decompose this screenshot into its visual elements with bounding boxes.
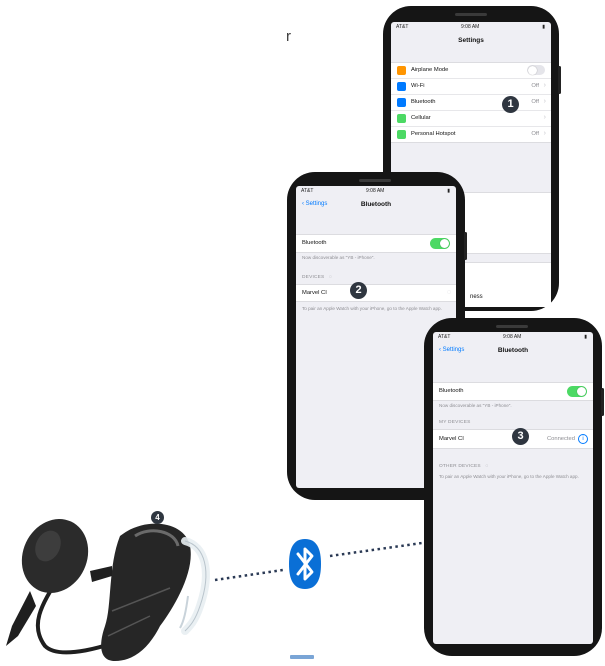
- device-label: Marvel CI: [302, 290, 327, 296]
- nav-bar: ‹ Settings Bluetooth: [433, 344, 593, 360]
- settings-row-personal-hotspot[interactable]: Personal Hotspot Off ›: [391, 127, 551, 142]
- bluetooth-icon: [397, 98, 406, 107]
- carrier-label: AT&T: [301, 188, 314, 194]
- row-label: Bluetooth: [411, 99, 436, 105]
- status-bar: AT&T 9:08 AM ▮: [433, 334, 593, 344]
- row-label: Bluetooth: [439, 388, 464, 394]
- nav-bar: ‹ Settings Bluetooth: [296, 198, 456, 214]
- bottom-fragment-bar: [290, 655, 314, 659]
- processor-arm: [90, 566, 112, 582]
- battery-icon: ▮: [542, 24, 545, 30]
- settings-row-bluetooth[interactable]: Bluetooth Off ›: [391, 95, 551, 111]
- bluetooth-row: Bluetooth: [296, 235, 456, 252]
- step-badge-4: 4: [151, 511, 164, 524]
- other-devices-header: OTHER DEVICES ◌: [439, 464, 488, 469]
- earpiece: [455, 13, 487, 16]
- clock-label: 9:08 AM: [366, 188, 385, 194]
- row-value: Off: [531, 83, 539, 89]
- device-row-marvel-ci[interactable]: Marvel CI ◌: [296, 285, 456, 301]
- chevron-right-icon: ›: [543, 82, 546, 89]
- row-label: Airplane Mode: [411, 67, 449, 73]
- sound-processor-illustration: [6, 519, 210, 661]
- settings-row-airplane-mode[interactable]: Airplane Mode: [391, 63, 551, 79]
- row-value: Off: [531, 99, 539, 105]
- battery-icon: ▮: [447, 188, 450, 194]
- dotted-line-right: [329, 541, 423, 558]
- pair-note: To pair an Apple Watch with your iPhone,…: [439, 474, 579, 479]
- device-label: Marvel CI: [439, 436, 464, 442]
- bluetooth-connected-screen: AT&T 9:08 AM ▮ ‹ Settings Bluetooth Blue…: [433, 332, 593, 644]
- earpiece: [496, 325, 528, 328]
- bluetooth-row: Bluetooth: [433, 383, 593, 400]
- bluetooth-logo-icon: [287, 537, 323, 591]
- step-badge-2: 2: [350, 282, 367, 299]
- my-devices-header: MY DEVICES: [439, 420, 471, 425]
- bluetooth-toggle-group: Bluetooth: [433, 382, 593, 401]
- chevron-right-icon: ›: [543, 98, 546, 105]
- row-label: Wi-Fi: [411, 83, 425, 89]
- spinner-icon: ◌: [485, 464, 489, 469]
- devices-header: DEVICES ◌: [302, 275, 332, 280]
- side-button: [601, 388, 604, 416]
- info-icon[interactable]: i: [578, 434, 588, 444]
- status-bar: AT&T 9:08 AM ▮: [296, 188, 456, 198]
- pair-note: To pair an Apple Watch with your iPhone,…: [302, 306, 442, 311]
- spinner-icon: ◌: [329, 275, 333, 280]
- clock-label: 9:08 AM: [503, 334, 522, 340]
- chevron-right-icon: ›: [543, 114, 546, 121]
- bluetooth-toggle[interactable]: [430, 238, 450, 249]
- heading-fragment: r: [286, 28, 291, 45]
- row-value: Off: [531, 131, 539, 137]
- wifi-icon: [397, 82, 406, 91]
- battery-icon: ▮: [584, 334, 587, 340]
- step-badge-3: 3: [512, 428, 529, 445]
- settings-row-cellular[interactable]: Cellular ›: [391, 111, 551, 127]
- row-label: Bluetooth: [302, 240, 327, 246]
- carrier-label: AT&T: [396, 24, 409, 30]
- airplane-icon: [397, 66, 406, 75]
- bluetooth-logo-svg: [289, 539, 321, 589]
- devices-header-label: DEVICES: [302, 275, 325, 280]
- page-title: Bluetooth: [497, 347, 529, 354]
- airplane-mode-toggle[interactable]: [527, 65, 545, 75]
- status-bar: AT&T 9:08 AM ▮: [391, 24, 551, 34]
- spinner-icon: ◌: [446, 289, 451, 296]
- phone-bluetooth-connected: AT&T 9:08 AM ▮ ‹ Settings Bluetooth Blue…: [424, 318, 604, 656]
- side-button: [558, 66, 561, 94]
- nav-bar: Settings: [391, 34, 551, 50]
- cellular-icon: [397, 114, 406, 123]
- settings-group: Airplane Mode Wi-Fi Off › Bluetooth Off …: [391, 62, 551, 143]
- coil-connector: [6, 591, 36, 646]
- page-title: Bluetooth: [360, 201, 392, 208]
- earpiece: [359, 179, 391, 182]
- settings-row-wifi[interactable]: Wi-Fi Off ›: [391, 79, 551, 95]
- devices-group: Marvel CI ◌: [296, 284, 456, 302]
- bluetooth-toggle-group: Bluetooth: [296, 234, 456, 253]
- page-title: Settings: [458, 37, 484, 44]
- step-badge-1: 1: [502, 96, 519, 113]
- other-devices-label: OTHER DEVICES: [439, 464, 481, 469]
- discoverable-note: Now discoverable as "YB - iPhone".: [439, 403, 512, 408]
- stray-text: ness: [470, 294, 483, 300]
- device-status: Connected: [546, 436, 575, 442]
- row-label: Cellular: [411, 115, 431, 121]
- clock-label: 9:08 AM: [461, 24, 480, 30]
- side-button: [464, 232, 467, 260]
- row-label: Personal Hotspot: [411, 131, 456, 137]
- bluetooth-toggle[interactable]: [567, 386, 587, 397]
- chevron-right-icon: ›: [543, 130, 546, 137]
- hotspot-icon: [397, 130, 406, 139]
- carrier-label: AT&T: [438, 334, 451, 340]
- discoverable-note: Now discoverable as "YB - iPhone".: [302, 255, 375, 260]
